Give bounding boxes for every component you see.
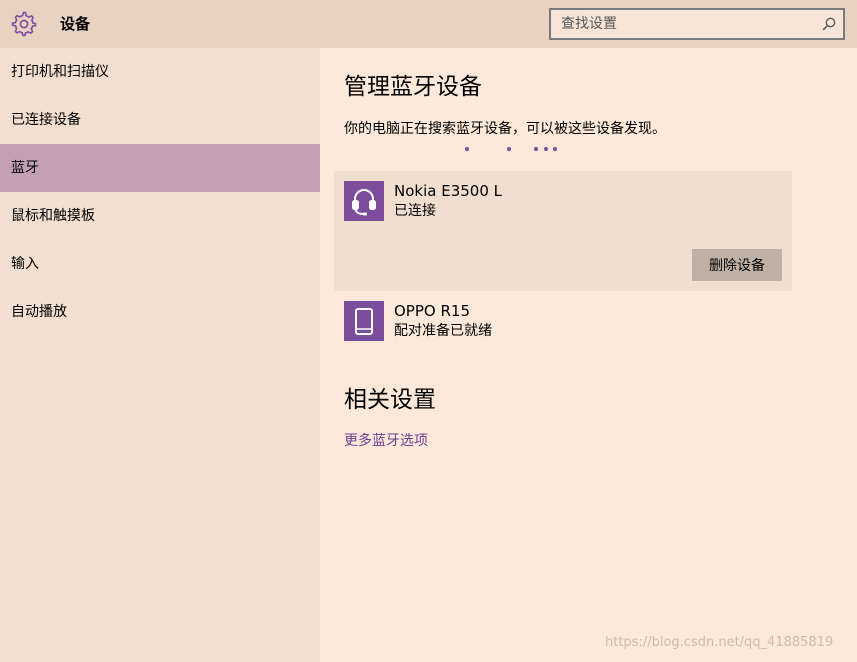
search-icon[interactable] xyxy=(822,17,836,31)
progress-dot xyxy=(534,147,538,151)
main-content: 管理蓝牙设备 你的电脑正在搜索蓝牙设备，可以被这些设备发现。 Nokia E35… xyxy=(320,48,857,662)
section-heading-related: 相关设置 xyxy=(344,387,436,413)
device-status: 配对准备已就绪 xyxy=(394,323,492,339)
title-bar: 设备 xyxy=(0,0,857,48)
device-status: 已连接 xyxy=(394,203,436,219)
sidebar-item-autoplay[interactable]: 自动播放 xyxy=(0,288,320,336)
headset-icon xyxy=(344,181,384,221)
progress-dot xyxy=(544,147,548,151)
search-box[interactable] xyxy=(549,8,845,40)
gear-icon xyxy=(11,11,37,37)
sidebar-item-typing[interactable]: 输入 xyxy=(0,240,320,288)
progress-dot xyxy=(465,147,469,151)
device-name: Nokia E3500 L xyxy=(394,182,502,200)
watermark: https://blog.csdn.net/qq_41885819 xyxy=(605,635,834,650)
device-item-nokia[interactable]: Nokia E3500 L 已连接 删除设备 xyxy=(334,171,792,291)
progress-dot xyxy=(553,147,557,151)
search-input[interactable] xyxy=(551,10,843,38)
more-bluetooth-options-link[interactable]: 更多蓝牙选项 xyxy=(344,431,428,451)
phone-icon xyxy=(344,301,384,341)
sidebar-item-bluetooth[interactable]: 蓝牙 xyxy=(0,144,320,192)
progress-dot xyxy=(507,147,511,151)
sidebar-item-mouse-touchpad[interactable]: 鼠标和触摸板 xyxy=(0,192,320,240)
remove-device-button[interactable]: 删除设备 xyxy=(692,249,782,281)
device-item-oppo[interactable]: OPPO R15 配对准备已就绪 xyxy=(334,291,792,353)
sidebar-item-connected-devices[interactable]: 已连接设备 xyxy=(0,96,320,144)
sidebar-item-printers[interactable]: 打印机和扫描仪 xyxy=(0,48,320,96)
device-name: OPPO R15 xyxy=(394,302,470,320)
page-title: 设备 xyxy=(60,15,91,33)
sidebar: 打印机和扫描仪 已连接设备 蓝牙 鼠标和触摸板 输入 自动播放 xyxy=(0,48,320,662)
discovery-description: 你的电脑正在搜索蓝牙设备，可以被这些设备发现。 xyxy=(344,121,666,137)
section-heading-bluetooth: 管理蓝牙设备 xyxy=(344,74,482,100)
